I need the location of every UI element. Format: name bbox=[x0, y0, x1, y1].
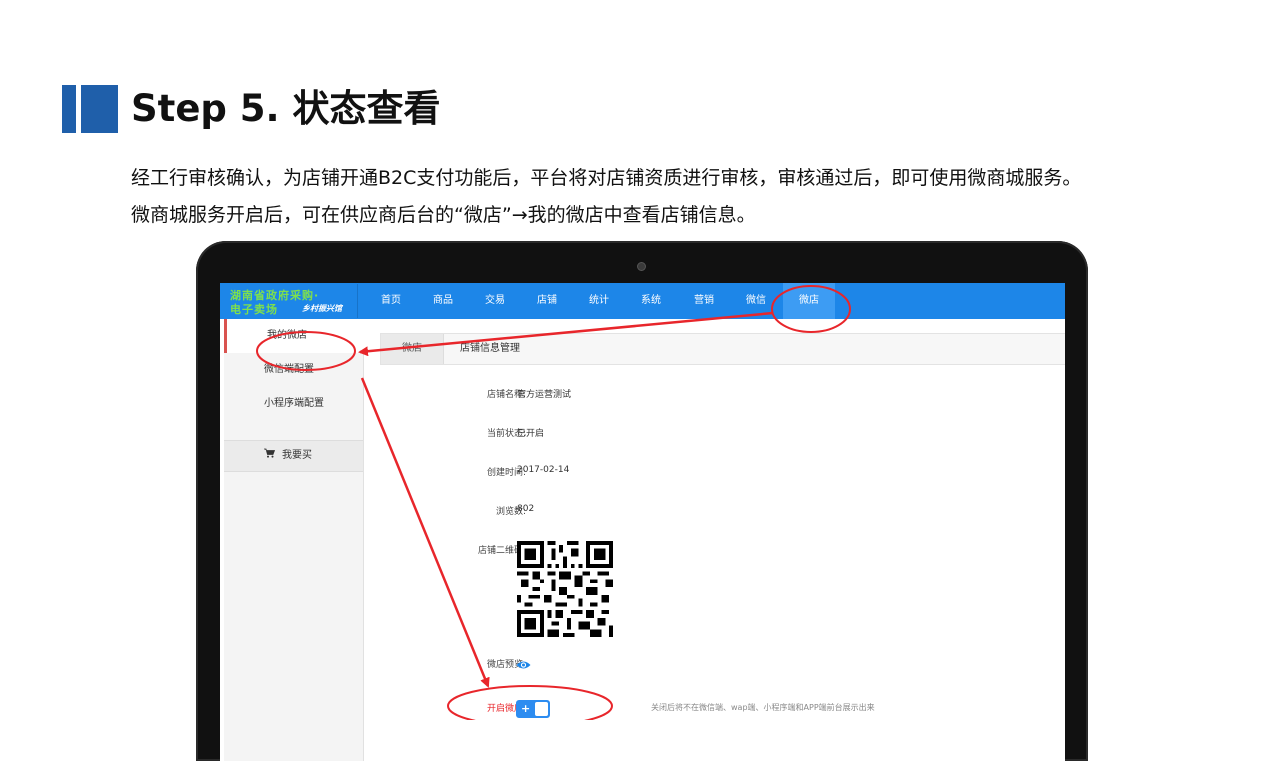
top-nav: 湖南省政府采购· 电子卖场 乡村振兴馆 首页 商品 交易 店铺 统计 系统 营销… bbox=[220, 283, 1065, 319]
qr-code-image bbox=[517, 541, 613, 637]
row-qr: 店铺二维码: bbox=[420, 543, 1060, 563]
webcam-icon bbox=[637, 262, 646, 271]
title-mark-bar-large bbox=[81, 85, 118, 133]
nav-wechat[interactable]: 微信 bbox=[732, 283, 780, 319]
sidebar-item-label: 微信端配置 bbox=[264, 364, 314, 375]
sidebar-item-label: 我的微店 bbox=[267, 330, 307, 341]
nav-trade[interactable]: 交易 bbox=[471, 283, 519, 319]
row-status: 当前状态: 已开启 bbox=[420, 426, 1060, 446]
plus-icon: + bbox=[521, 702, 531, 715]
slide-title: Step 5. 状态查看 bbox=[131, 87, 441, 130]
intro-line-1: 经工行审核确认，为店铺开通B2C支付功能后，平台将对店铺资质进行审核，审核通过后… bbox=[131, 167, 1082, 189]
eye-icon[interactable] bbox=[516, 660, 531, 670]
views-value: 802 bbox=[517, 504, 535, 514]
nav-system[interactable]: 系统 bbox=[627, 283, 675, 319]
sidebar-item-wechat-config[interactable]: 微信端配置 bbox=[224, 353, 363, 387]
intro-line-2: 微商城服务开启后，可在供应商后台的“微店”→我的微店中查看店铺信息。 bbox=[131, 204, 756, 226]
tab-store-info[interactable]: 店铺信息管理 bbox=[460, 334, 520, 364]
sidebar-buy-label: 我要买 bbox=[282, 450, 312, 461]
tab-microstore[interactable]: 微店 bbox=[381, 334, 444, 364]
tab-bar: 微店 店铺信息管理 bbox=[380, 333, 1065, 365]
status-value: 已开启 bbox=[517, 429, 545, 439]
app-logo[interactable]: 湖南省政府采购· 电子卖场 乡村振兴馆 bbox=[224, 284, 358, 318]
sidebar-buy-button[interactable]: 我要买 bbox=[224, 441, 363, 472]
cart-icon bbox=[264, 441, 276, 471]
logo-line-3: 乡村振兴馆 bbox=[302, 304, 342, 313]
intro-text: 经工行审核确认，为店铺开通B2C支付功能后，平台将对店铺资质进行审核，审核通过后… bbox=[131, 160, 1241, 234]
nav-marketing[interactable]: 营销 bbox=[680, 283, 728, 319]
toggle-knob bbox=[535, 702, 548, 716]
nav-stats[interactable]: 统计 bbox=[575, 283, 623, 319]
row-views: 浏览数: 802 bbox=[420, 504, 1060, 524]
sidebar-item-miniprogram-config[interactable]: 小程序端配置 bbox=[224, 387, 363, 421]
row-created: 创建时间: 2017-02-14 bbox=[420, 465, 1060, 485]
sidebar-item-label: 小程序端配置 bbox=[264, 398, 324, 409]
nav-store[interactable]: 店铺 bbox=[523, 283, 571, 319]
nav-goods[interactable]: 商品 bbox=[419, 283, 467, 319]
laptop-screen: 湖南省政府采购· 电子卖场 乡村振兴馆 首页 商品 交易 店铺 统计 系统 营销… bbox=[220, 283, 1065, 761]
open-store-toggle[interactable]: + bbox=[516, 700, 550, 718]
sidebar-item-my-microstore[interactable]: 我的微店 bbox=[224, 319, 366, 353]
sidebar: 我的微店 微信端配置 小程序端配置 我要买 bbox=[224, 319, 366, 761]
nav-home[interactable]: 首页 bbox=[367, 283, 415, 319]
store-name-value: 官方运营测试 bbox=[517, 390, 572, 400]
nav-microstore[interactable]: 微店 bbox=[783, 283, 835, 319]
title-mark-bar-small bbox=[62, 85, 76, 133]
row-store-name: 店铺名称: 官方运营测试 bbox=[420, 387, 1060, 407]
laptop-frame: 湖南省政府采购· 电子卖场 乡村振兴馆 首页 商品 交易 店铺 统计 系统 营销… bbox=[196, 241, 1088, 761]
created-value: 2017-02-14 bbox=[517, 465, 570, 475]
logo-line-2: 电子卖场 bbox=[230, 303, 278, 316]
open-store-note: 关闭后将不在微信端、wap端、小程序端和APP端前台展示出来 bbox=[651, 703, 875, 712]
